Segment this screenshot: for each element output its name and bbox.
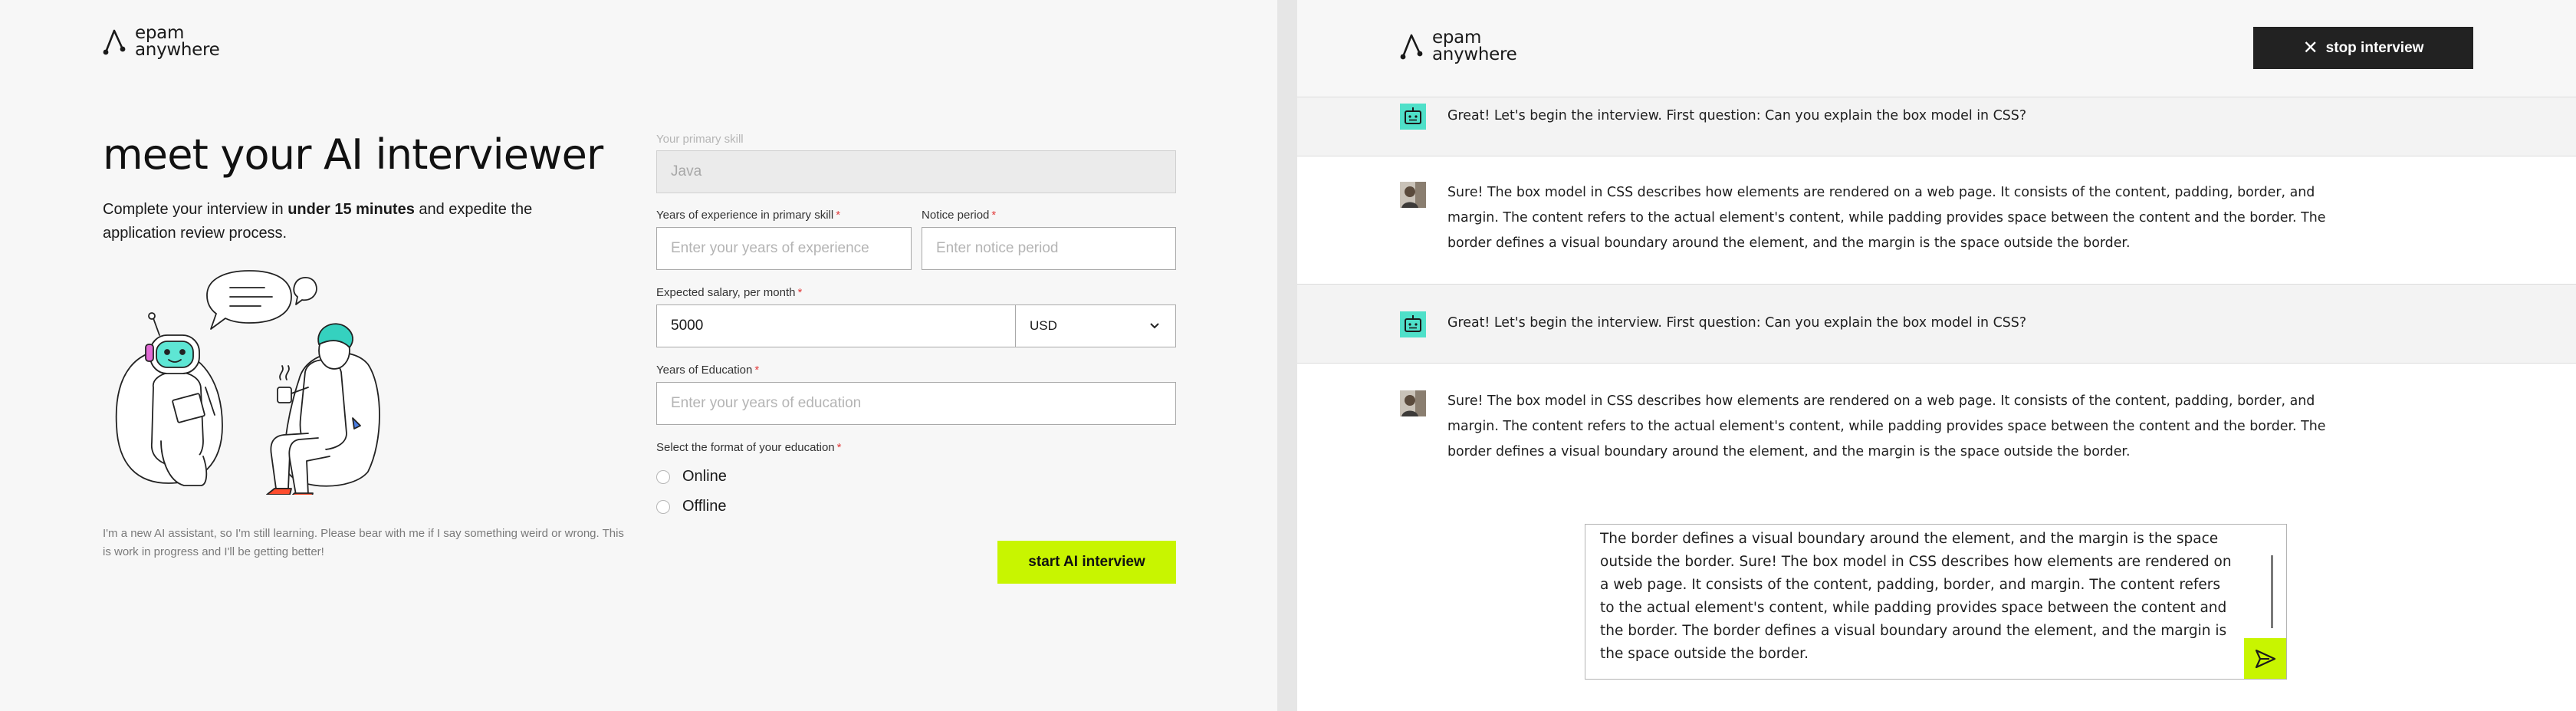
textarea-scrollbar[interactable] xyxy=(2271,555,2273,628)
chat-message-bot: Great! Let's begin the interview. First … xyxy=(1297,97,2576,156)
bot-avatar-icon xyxy=(1400,104,1426,130)
epam-anywhere-logo[interactable]: epam anywhere xyxy=(103,23,220,60)
logo-mark-icon xyxy=(103,29,126,55)
logo-line-2: anywhere xyxy=(1432,44,1517,64)
salary-input[interactable]: 5000 xyxy=(656,304,1017,347)
epam-anywhere-logo[interactable]: epam anywhere xyxy=(1400,28,1517,64)
primary-skill-field: Java xyxy=(656,150,1176,193)
education-input[interactable]: Enter your years of education xyxy=(656,382,1176,425)
user-avatar-icon xyxy=(1400,182,1426,208)
radio-circle xyxy=(656,469,670,484)
stop-interview-button[interactable]: ✕ stop interview xyxy=(2253,27,2473,69)
chat-message-user: Sure! The box model in CSS describes how… xyxy=(1297,156,2576,284)
pane-divider xyxy=(1277,0,1297,711)
experience-label: Years of experience in primary skill * xyxy=(656,209,841,222)
logo-line-1: epam xyxy=(135,23,185,43)
radio-circle xyxy=(656,499,670,514)
start-interview-button[interactable]: start AI interview xyxy=(997,541,1176,584)
education-format-label: Select the format of your education * xyxy=(656,441,842,454)
chevron-down-icon xyxy=(1150,323,1159,329)
answer-text: The border defines a visual boundary aro… xyxy=(1600,531,2232,662)
currency-select[interactable]: USD xyxy=(1015,304,1176,347)
send-icon xyxy=(2255,649,2275,668)
logo-line-2: anywhere xyxy=(135,40,220,60)
notice-period-input[interactable]: Enter notice period xyxy=(922,227,1176,270)
radio-offline[interactable]: Offline xyxy=(656,498,726,515)
send-button[interactable] xyxy=(2244,638,2286,679)
logo-mark-icon xyxy=(1400,34,1423,60)
message-text: Great! Let's begin the interview. First … xyxy=(1447,315,2027,331)
duration-highlight: under 15 minutes xyxy=(288,201,415,218)
interview-illustration xyxy=(115,270,380,495)
experience-input[interactable]: Enter your years of experience xyxy=(656,227,912,270)
notice-period-label: Notice period * xyxy=(922,209,997,222)
answer-textarea[interactable]: The border defines a visual boundary aro… xyxy=(1585,524,2287,680)
currency-value: USD xyxy=(1030,318,1057,333)
ai-disclaimer: I'm a new AI assistant, so I'm still lea… xyxy=(103,527,624,558)
logo-line-1: epam xyxy=(1432,28,1482,48)
interview-panel: epam anywhere ✕ stop interview Great! Le… xyxy=(1297,0,2576,711)
primary-skill-label: Your primary skill xyxy=(656,133,744,146)
message-text: Sure! The box model in CSS describes how… xyxy=(1447,393,2326,459)
user-avatar-icon xyxy=(1400,390,1426,416)
page-title: meet your AI interviewer xyxy=(103,130,603,179)
page-description: Complete your interview in under 15 minu… xyxy=(103,201,533,242)
education-label: Years of Education * xyxy=(656,364,760,377)
radio-online[interactable]: Online xyxy=(656,468,727,486)
close-icon: ✕ xyxy=(2302,38,2318,58)
message-text: Great! Let's begin the interview. First … xyxy=(1447,108,2027,123)
bot-avatar-icon xyxy=(1400,311,1426,337)
message-text: Sure! The box model in CSS describes how… xyxy=(1447,185,2326,251)
chat-message-user: Sure! The box model in CSS describes how… xyxy=(1297,364,2576,486)
application-panel: epam anywhere meet your AI interviewer C… xyxy=(0,0,1277,711)
salary-label: Expected salary, per month * xyxy=(656,286,803,299)
chat-message-bot: Great! Let's begin the interview. First … xyxy=(1297,284,2576,364)
